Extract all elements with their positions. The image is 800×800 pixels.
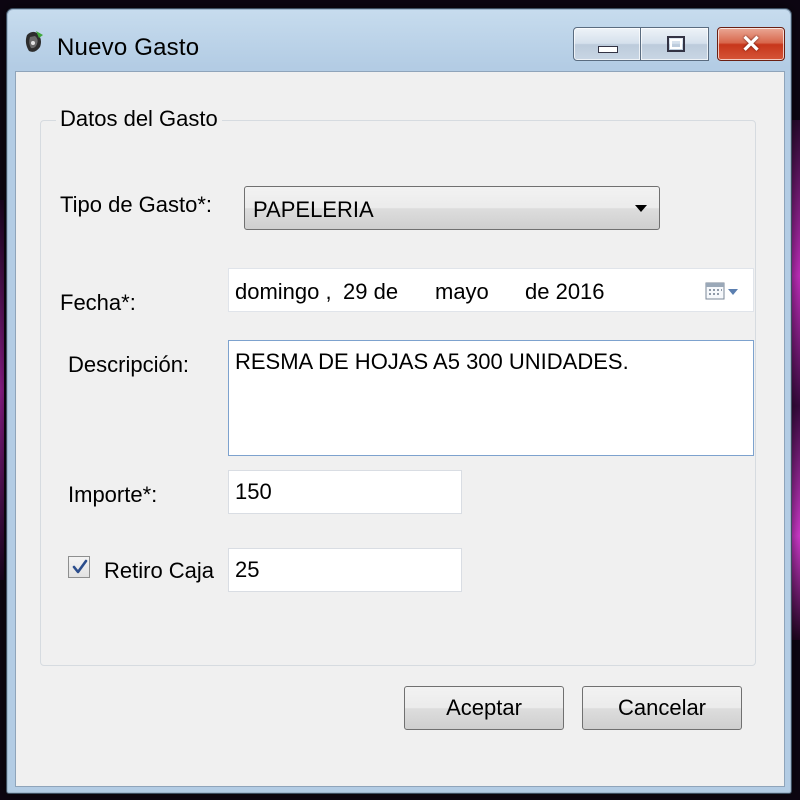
fecha-month[interactable]: mayo [435,279,489,305]
close-icon: ✕ [740,30,762,58]
maximize-button[interactable] [641,27,709,61]
retiro-caja-input[interactable] [228,548,462,592]
window-title: Nuevo Gasto [57,34,200,61]
desktop-background-glow-left [0,200,4,580]
groupbox-legend: Datos del Gasto [56,106,222,132]
desktop-background-glow [792,120,800,640]
close-button[interactable]: ✕ [717,27,785,61]
chevron-down-icon [635,205,647,212]
minimize-button[interactable] [573,27,641,61]
calendar-icon[interactable] [705,281,741,301]
maximize-icon [667,36,685,52]
retiro-caja-label[interactable]: Retiro Caja [104,558,214,584]
fecha-year[interactable]: de 2016 [525,279,605,305]
nuevo-gasto-window: Nuevo Gasto ✕ Datos del Gasto Tipo de Ga… [6,8,792,794]
tipo-gasto-value: PAPELERIA [253,197,374,222]
dialog-client-area: Datos del Gasto Tipo de Gasto*: PAPELERI… [15,71,785,787]
fecha-label: Fecha*: [60,290,136,315]
checkmark-icon [72,559,88,574]
tipo-gasto-label: Tipo de Gasto*: [60,192,213,217]
fecha-datepicker[interactable]: domingo , 29 de mayo de 2016 [228,268,754,312]
title-bar[interactable]: Nuevo Gasto ✕ [7,9,791,71]
descripcion-label: Descripción: [68,352,190,377]
tipo-gasto-select[interactable]: PAPELERIA [244,186,660,230]
app-icon[interactable] [21,29,45,55]
cancelar-button[interactable]: Cancelar [582,686,742,730]
importe-input[interactable] [228,470,462,514]
retiro-caja-checkbox[interactable] [68,556,90,578]
descripcion-textarea[interactable]: RESMA DE HOJAS A5 300 UNIDADES. [228,340,754,456]
aceptar-button[interactable]: Aceptar [404,686,564,730]
importe-label: Importe*: [68,482,158,507]
fecha-weekday[interactable]: domingo , [235,279,332,305]
minimize-icon [598,46,618,53]
fecha-day[interactable]: 29 de [343,279,398,305]
